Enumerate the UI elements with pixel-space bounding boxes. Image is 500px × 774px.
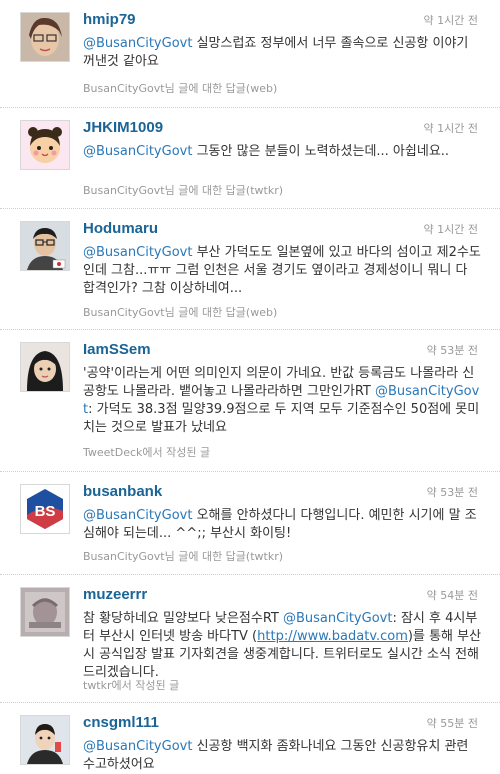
url-link[interactable]: http://www.badatv.com [257,629,408,644]
avatar[interactable] [20,120,70,170]
avatar[interactable]: BS [20,484,70,534]
tweet-username[interactable]: hmip79 [83,11,136,28]
tweet-item: BS busanbank 약 53분 전 @BusanCityGovt 오해를 … [0,472,500,575]
tweet-username[interactable]: busanbank [83,483,162,500]
tweet-timestamp[interactable]: 약 1시간 전 [424,12,478,28]
mention-link[interactable]: @BusanCityGovt [83,245,192,260]
tweet-source[interactable]: twtkr에서 작성된 글 [83,677,179,693]
tweet-item: hmip79 약 1시간 전 @BusanCityGovt 실망스럽죠 정부에서… [0,0,500,108]
tweet-text: @BusanCityGovt 오해를 안하셨다니 다행입니다. 예민한 시기에 … [83,507,483,543]
tweet-text-content: 참 황당하네요 밀양보다 낮은점수RT [83,611,283,626]
busanbank-logo-icon: BS [21,485,69,533]
tweet-username[interactable]: JHKIM1009 [83,119,163,136]
tweet-item: cnsgml111 약 55분 전 @BusanCityGovt 신공항 백지화… [0,703,500,774]
tweet-timestamp[interactable]: 약 1시간 전 [424,120,478,136]
tweet-text-content: : 가덕도 38.3점 밀양39.9점으로 두 지역 모두 기준점수인 50점에… [83,402,480,435]
tweet-username[interactable]: cnsgml111 [83,714,159,731]
avatar[interactable] [20,221,70,271]
mention-link[interactable]: @BusanCityGovt [83,36,192,51]
tweet-source[interactable]: BusanCityGovt님 글에 대한 답글(web) [83,80,277,96]
tweet-item: JHKIM1009 약 1시간 전 @BusanCityGovt 그동안 많은 … [0,108,500,209]
avatar[interactable] [20,12,70,62]
tweet-source[interactable]: BusanCityGovt님 글에 대한 답글(twtkr) [83,548,283,564]
user-photo-icon [21,588,69,636]
tweet-source[interactable]: TweetDeck에서 작성된 글 [83,444,210,460]
tweet-timestamp[interactable]: 약 55분 전 [427,715,478,731]
child-photo-icon [21,716,69,764]
mention-link[interactable]: @BusanCityGovt [83,508,192,523]
tweet-source[interactable]: BusanCityGovt님 글에 대한 답글(web) [83,304,277,320]
tweet-text: '공약'이라는게 어떤 의미인지 의문이 가네요. 반값 등록금도 나몰라라 신… [83,365,483,437]
tweet-username[interactable]: muzeerrr [83,586,147,603]
avatar[interactable] [20,342,70,392]
tweet-username[interactable]: Hodumaru [83,220,158,237]
cartoon-girl-icon [21,121,69,169]
tweet-timestamp[interactable]: 약 1시간 전 [424,221,478,237]
tweet-timestamp[interactable]: 약 54분 전 [427,587,478,603]
tweet-text-content: 그동안 많은 분들이 노력하셨는데... 아쉽네요.. [192,144,450,159]
tweet-text: @BusanCityGovt 신공항 백지화 좀화나네요 그동안 신공항유치 관… [83,738,483,774]
tweet-item: muzeerrr 약 54분 전 참 황당하네요 밀양보다 낮은점수RT @Bu… [0,575,500,703]
mention-link[interactable]: @BusanCityGovt [83,144,192,159]
avatar[interactable] [20,715,70,765]
avatar[interactable] [20,587,70,637]
tweet-timestamp[interactable]: 약 53분 전 [427,342,478,358]
tweet-text: @BusanCityGovt 부산 가덕도도 일본옆에 있고 바다의 섬이고 제… [83,244,483,298]
tweet-text: @BusanCityGovt 그동안 많은 분들이 노력하셨는데... 아쉽네요… [83,143,483,161]
tweet-timestamp[interactable]: 약 53분 전 [427,484,478,500]
logo-text: BS [35,503,56,520]
mention-link[interactable]: @BusanCityGovt [283,611,392,626]
tweet-source[interactable]: BusanCityGovt님 글에 대한 답글(twtkr) [83,182,283,198]
tweet-item: Hodumaru 약 1시간 전 @BusanCityGovt 부산 가덕도도 … [0,209,500,330]
tweet-text: 참 황당하네요 밀양보다 낮은점수RT @BusanCityGovt: 잠시 후… [83,610,483,682]
user-photo-icon [21,13,69,61]
user-photo-icon [21,343,69,391]
tweet-item: IamSSem 약 53분 전 '공약'이라는게 어떤 의미인지 의문이 가네요… [0,330,500,472]
mention-link[interactable]: @BusanCityGovt [83,739,192,754]
user-photo-icon [21,222,69,270]
tweet-username[interactable]: IamSSem [83,341,151,358]
tweet-feed: hmip79 약 1시간 전 @BusanCityGovt 실망스럽죠 정부에서… [0,0,500,774]
tweet-text: @BusanCityGovt 실망스럽죠 정부에서 너무 졸속으로 신공항 이야… [83,35,483,71]
